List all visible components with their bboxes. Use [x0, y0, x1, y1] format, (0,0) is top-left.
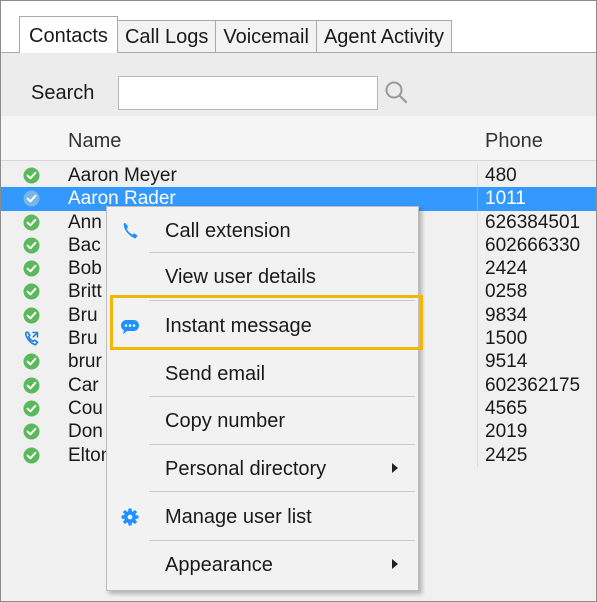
- menu-item-view-user-details[interactable]: View user details: [107, 256, 418, 296]
- contact-phone: 602666330: [485, 234, 581, 256]
- contact-phone: 9514: [485, 351, 528, 373]
- available-status-icon: [23, 447, 40, 464]
- tab-voicemail[interactable]: Voicemail: [215, 20, 317, 53]
- contact-name: brur: [68, 351, 102, 373]
- menu-item-label: View user details: [165, 266, 316, 288]
- available-status-icon: [23, 190, 40, 207]
- menu-item-personal-directory[interactable]: Personal directory: [107, 448, 418, 488]
- chat-bubble-icon: [119, 315, 141, 337]
- tab-call-logs[interactable]: Call Logs: [116, 20, 217, 53]
- menu-item-appearance[interactable]: Appearance: [107, 544, 418, 584]
- menu-separator: [149, 252, 415, 253]
- menu-item-label: Call extension: [165, 220, 291, 242]
- search-bar: Search: [1, 53, 596, 116]
- search-label: Search: [31, 82, 95, 104]
- menu-separator: [149, 540, 415, 541]
- contact-name: Ann: [68, 211, 102, 233]
- menu-separator: [149, 491, 415, 492]
- available-status-icon: [23, 214, 40, 231]
- contact-phone: 0258: [485, 281, 528, 303]
- menu-separator: [149, 396, 415, 397]
- available-status-icon: [23, 283, 40, 300]
- contact-phone: 2425: [485, 444, 528, 466]
- submenu-arrow-icon: [392, 463, 398, 473]
- contact-name: Cou: [68, 397, 103, 419]
- on-call-icon: [23, 330, 40, 347]
- menu-separator: [149, 444, 415, 445]
- available-status-icon: [23, 167, 40, 184]
- contact-name: Bru: [68, 328, 98, 350]
- column-divider: [477, 303, 478, 328]
- menu-separator: [149, 349, 415, 350]
- column-divider: [477, 327, 478, 351]
- menu-item-label: Send email: [165, 363, 266, 385]
- menu-item-label: Manage user list: [165, 506, 312, 528]
- column-divider: [477, 164, 478, 188]
- column-divider: [477, 373, 478, 397]
- contact-name: Bru: [68, 304, 98, 326]
- gear-icon: [119, 506, 141, 528]
- column-divider: [477, 257, 478, 281]
- column-header-phone[interactable]: Phone: [485, 130, 543, 153]
- menu-item-label: Instant message: [165, 315, 312, 337]
- phone-icon: [119, 220, 141, 242]
- menu-item-label: Copy number: [165, 410, 286, 432]
- tab-agent-activity[interactable]: Agent Activity: [315, 20, 452, 53]
- menu-item-label: Appearance: [165, 554, 273, 576]
- contact-name: Don: [68, 421, 103, 443]
- contact-name: Aaron Meyer: [68, 165, 177, 186]
- available-status-icon: [23, 260, 40, 277]
- contact-phone: 9834: [485, 304, 528, 326]
- column-divider: [477, 187, 478, 211]
- contact-name: Britt: [68, 281, 102, 303]
- column-header-name[interactable]: Name: [68, 130, 121, 153]
- menu-separator: [149, 300, 415, 301]
- menu-item-copy-number[interactable]: Copy number: [107, 400, 418, 440]
- submenu-arrow-icon: [392, 559, 398, 569]
- contact-row[interactable]: Aaron Meyer 480: [1, 164, 596, 188]
- contact-phone: 1011: [485, 188, 526, 210]
- contact-phone: 4565: [485, 397, 528, 419]
- contact-phone: 602362175: [485, 374, 581, 396]
- tab-bar: Contacts Call Logs Voicemail Agent Activ…: [1, 1, 596, 53]
- available-status-icon: [23, 307, 40, 324]
- available-status-icon: [23, 237, 40, 254]
- search-input[interactable]: [118, 76, 378, 110]
- column-divider: [477, 280, 478, 304]
- column-divider: [477, 350, 478, 374]
- tab-contacts[interactable]: Contacts: [19, 16, 118, 53]
- menu-item-label: Personal directory: [165, 458, 327, 480]
- menu-item-call-extension[interactable]: Call extension: [107, 210, 418, 250]
- column-divider: [477, 443, 478, 467]
- column-divider: [477, 420, 478, 444]
- contact-name: Car: [68, 374, 99, 396]
- contact-name: Bob: [68, 258, 102, 280]
- contact-phone: 2424: [485, 258, 528, 280]
- available-status-icon: [23, 400, 40, 417]
- available-status-icon: [23, 353, 40, 370]
- contact-name: Bac: [68, 234, 101, 256]
- contact-phone: 626384501: [485, 211, 581, 233]
- search-icon[interactable]: [381, 77, 413, 109]
- available-status-icon: [23, 377, 40, 394]
- menu-item-manage-user-list[interactable]: Manage user list: [107, 496, 418, 536]
- available-status-icon: [23, 423, 40, 440]
- contact-phone: 2019: [485, 421, 528, 443]
- column-divider: [477, 396, 478, 421]
- menu-item-send-email[interactable]: Send email: [107, 353, 418, 393]
- column-divider: [477, 233, 478, 258]
- column-header: Name Phone: [1, 116, 596, 161]
- menu-item-instant-message[interactable]: Instant message: [107, 305, 418, 345]
- context-menu: Call extension View user details Instant m…: [106, 206, 419, 591]
- contact-phone: 1500: [485, 328, 528, 350]
- column-divider: [477, 210, 478, 234]
- contact-phone: 480: [485, 165, 517, 186]
